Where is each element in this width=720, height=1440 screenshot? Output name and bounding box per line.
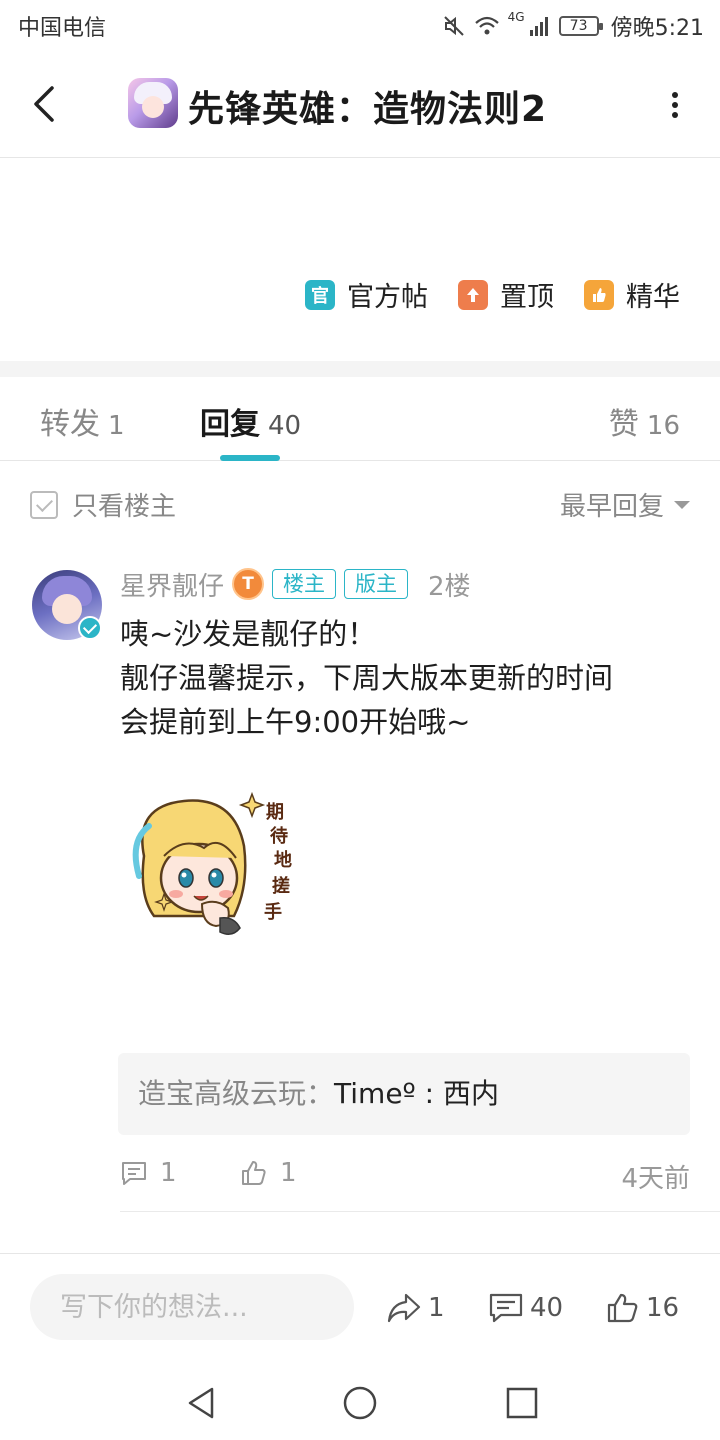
checkbox-icon[interactable] [30,490,58,519]
comment-count: 1 [160,1158,177,1188]
quote-text: Timeº : 西内 [334,1077,499,1110]
only-op-toggle[interactable]: 只看楼主 [30,486,176,523]
nav-back-icon[interactable] [182,1383,222,1423]
timestamp: 4天前 [621,1164,690,1194]
sticker-caption-char: 期 [266,802,284,823]
tab-bar: 转发 1 回复 40 赞 16 [0,377,720,461]
thumbs-up-icon [242,1161,266,1185]
sort-dropdown[interactable]: 最早回复 [560,486,690,523]
sticker-caption-char: 地 [274,849,292,871]
thumbs-up-icon [607,1293,638,1323]
share-count: 1 [428,1293,445,1323]
tag-official: 官 官方帖 [305,275,428,314]
network-type: 4G [507,10,525,24]
tab-label: 回复 [200,407,260,442]
active-tab-indicator [220,455,280,461]
mute-icon [443,16,464,36]
only-op-label: 只看楼主 [72,492,177,522]
like-button[interactable]: 16 [606,1292,679,1324]
bottom-action-bar: 1 40 16 [0,1253,720,1363]
tab-label: 赞 [608,407,639,442]
comment-button[interactable]: 40 [488,1292,563,1324]
reply-line: 靓仔温馨提示，下周大版本更新的时间 [120,661,614,695]
official-icon: 官 [305,279,335,310]
op-badge: 楼主 [272,569,337,599]
comment-icon [122,1162,146,1185]
like-count: 1 [280,1158,297,1188]
tab-reply[interactable]: 回复 40 [200,399,301,443]
reply-line: 会提前到上午9:00开始哦~ [120,705,471,739]
post-content: 官 官方帖 置顶 精华 [0,159,720,361]
pin-up-icon [458,279,488,310]
reply-item: 星界靓仔 T 楼主 版主 2楼 咦~沙发是靓仔的！ 靓仔温馨提示，下周大版本更新… [0,560,720,1212]
share-icon [387,1293,421,1323]
tab-count: 1 [108,411,125,441]
username[interactable]: 星界靓仔 [120,566,224,603]
header: 先锋英雄：造物法则2 [0,50,720,158]
sticker-caption-char: 手 [264,901,282,923]
tag-featured: 精华 [584,275,680,314]
reply-text: 咦~沙发是靓仔的！ 靓仔温馨提示，下周大版本更新的时间 会提前到上午9:00开始… [120,612,680,744]
tag-pinned: 置顶 [458,275,554,314]
tag-label: 官方帖 [347,282,428,313]
divider [120,1211,720,1212]
filter-row: 只看楼主 最早回复 [0,462,720,542]
like-count: 16 [646,1293,680,1323]
comment-icon [489,1293,523,1323]
tab-forward[interactable]: 转发 1 [40,399,125,443]
verified-icon [78,616,102,640]
tab-count: 16 [646,411,680,441]
comment-count: 40 [530,1293,564,1323]
tag-label: 精华 [626,282,680,313]
caret-down-icon [674,500,690,509]
nav-recent-apps-icon[interactable] [502,1383,542,1423]
clock: 傍晚5:21 [610,16,704,41]
sticker-caption-char: 搓 [272,875,290,897]
comment-input[interactable] [30,1274,354,1340]
more-icon[interactable] [670,90,680,120]
reply-user-row: 星界靓仔 T 楼主 版主 2楼 [120,564,471,604]
share-button[interactable]: 1 [386,1292,445,1324]
signal-icon [529,17,548,36]
section-divider [0,361,720,377]
battery-icon: 73 [558,16,603,36]
nav-home-icon[interactable] [340,1383,380,1423]
reply-comment-button[interactable]: 1 [120,1158,177,1188]
sort-label: 最早回复 [559,492,664,522]
tab-count: 40 [268,411,302,441]
wifi-icon [474,16,499,35]
reply-line: 咦~沙发是靓仔的！ [120,617,377,651]
page-title: 先锋英雄：造物法则2 [188,89,548,130]
reply-like-button[interactable]: 1 [240,1158,297,1188]
sticker-caption-char: 待 [270,825,288,847]
quoted-reply[interactable]: 造宝高级云玩：Timeº : 西内 [118,1053,690,1135]
post-tags: 官 官方帖 置顶 精华 [305,275,680,314]
carrier-name: 中国电信 [18,16,107,41]
thumbs-up-icon [584,279,614,310]
moderator-badge: 版主 [344,569,409,599]
system-nav-bar [0,1363,720,1440]
game-avatar [128,78,178,128]
sticker-image[interactable]: 期 待 地 搓 手 [124,786,314,946]
tag-label: 置顶 [500,282,554,313]
tab-like[interactable]: 赞 16 [609,399,680,443]
quote-author[interactable]: 造宝高级云玩： [138,1077,334,1110]
level-icon: T [232,568,265,600]
status-indicators: 4G 73 傍晚5:21 [442,10,704,42]
status-bar: 中国电信 4G 73 傍晚5:21 [0,0,720,50]
reply-actions: 1 1 4天前 [120,1154,690,1194]
tab-label: 转发 [40,407,100,442]
floor-number: 2楼 [428,571,471,602]
back-icon[interactable] [26,80,62,128]
